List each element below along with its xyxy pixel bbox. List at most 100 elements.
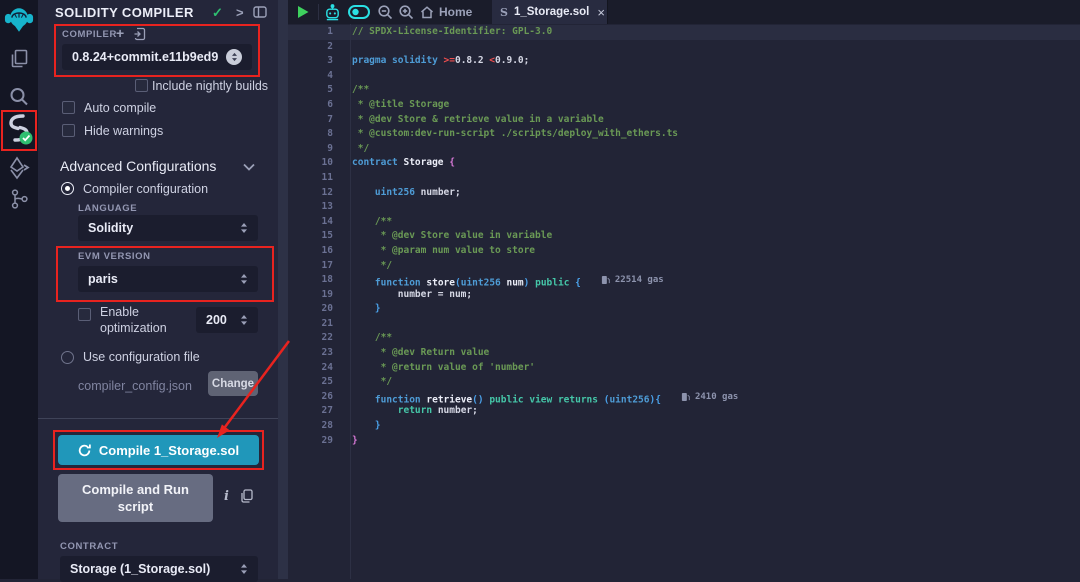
code-line[interactable]: 13 — [288, 200, 1080, 215]
line-number: 18 — [288, 273, 333, 288]
file-explorer-icon[interactable] — [0, 48, 38, 70]
add-version-icon[interactable]: + — [116, 25, 124, 41]
code-line[interactable]: 8 * @custom:dev-run-script ./scripts/dep… — [288, 127, 1080, 142]
line-number: 20 — [288, 302, 333, 317]
language-select[interactable]: Solidity — [78, 215, 258, 241]
code-line[interactable]: 9 */ — [288, 142, 1080, 157]
code-line[interactable]: 7 * @dev Store & retrieve value in a var… — [288, 113, 1080, 128]
code-line[interactable]: 2 — [288, 40, 1080, 55]
line-number: 16 — [288, 244, 333, 259]
close-tab-icon[interactable]: × — [597, 5, 605, 20]
line-number: 28 — [288, 419, 333, 434]
code-line[interactable]: 4 — [288, 69, 1080, 84]
nightly-builds-checkbox[interactable] — [135, 79, 148, 92]
run-script-icon[interactable] — [296, 0, 310, 24]
stepper-icon — [240, 314, 248, 326]
auto-compile-checkbox[interactable] — [62, 101, 75, 114]
optimization-runs-input[interactable]: 200 — [196, 307, 258, 333]
solidity-compiler-icon[interactable] — [0, 112, 38, 146]
line-number: 17 — [288, 259, 333, 274]
compiler-section-label: COMPILER — [62, 29, 117, 40]
home-label: Home — [439, 5, 472, 19]
code-line[interactable]: 11 — [288, 171, 1080, 186]
code-line[interactable]: 21 — [288, 317, 1080, 332]
zoom-in-icon[interactable] — [398, 0, 414, 24]
info-icon[interactable]: i — [224, 489, 229, 504]
hide-warnings-checkbox[interactable] — [62, 124, 75, 137]
code-line[interactable]: 28 } — [288, 419, 1080, 434]
tab-label: 1_Storage.sol — [514, 6, 589, 18]
copy-icon[interactable] — [240, 489, 253, 508]
line-number: 7 — [288, 113, 333, 128]
ai-assistant-icon[interactable] — [324, 0, 341, 24]
code-line[interactable]: 15 * @dev Store value in variable — [288, 229, 1080, 244]
line-number: 6 — [288, 98, 333, 113]
line-number: 22 — [288, 331, 333, 346]
line-number: 19 — [288, 288, 333, 303]
gas-estimate-badge: 2410 gas — [681, 390, 738, 405]
line-number: 8 — [288, 127, 333, 142]
code-line[interactable]: 26 function retrieve() public view retur… — [288, 390, 1080, 405]
gas-estimate-badge: 22514 gas — [601, 273, 664, 288]
code-line[interactable]: 16 * @param num value to store — [288, 244, 1080, 259]
code-line[interactable]: 5/** — [288, 83, 1080, 98]
panel-title: SOLIDITY COMPILER — [55, 5, 194, 20]
chevron-down-icon[interactable] — [243, 158, 255, 176]
copilot-toggle-icon[interactable] — [348, 0, 370, 24]
refresh-icon — [78, 444, 91, 457]
hide-warnings-label: Hide warnings — [84, 124, 163, 138]
code-line[interactable]: 19 number = num; — [288, 288, 1080, 303]
panel-divider — [38, 418, 278, 419]
deploy-run-icon[interactable] — [0, 156, 38, 180]
code-line[interactable]: 10contract Storage { — [288, 156, 1080, 171]
version-stepper-icon[interactable] — [226, 49, 242, 65]
gas-pump-icon — [681, 392, 690, 402]
code-line[interactable]: 25 */ — [288, 375, 1080, 390]
chevron-right-icon[interactable]: > — [236, 5, 244, 20]
advanced-configurations-header[interactable]: Advanced Configurations — [60, 158, 216, 174]
code-line[interactable]: 1// SPDX-License-Identifier: GPL-3.0 — [288, 25, 1080, 40]
solidity-file-icon: S — [500, 6, 508, 19]
line-number: 21 — [288, 317, 333, 332]
evm-version-select[interactable]: paris — [78, 266, 258, 292]
code-line[interactable]: 29} — [288, 434, 1080, 449]
line-number: 15 — [288, 229, 333, 244]
code-editor[interactable]: 1// SPDX-License-Identifier: GPL-3.023pr… — [288, 24, 1080, 579]
remix-logo-icon — [0, 5, 38, 34]
home-icon — [420, 6, 434, 19]
line-number: 25 — [288, 375, 333, 390]
pin-panel-icon[interactable] — [253, 6, 267, 21]
code-line[interactable]: 3pragma solidity >=0.8.2 <0.9.0; — [288, 54, 1080, 69]
line-number: 9 — [288, 142, 333, 157]
code-line[interactable]: 6 * @title Storage — [288, 98, 1080, 113]
git-icon[interactable] — [0, 188, 38, 210]
compiler-configuration-radio[interactable] — [61, 182, 74, 195]
compile-and-run-button[interactable]: Compile and Run script — [58, 474, 213, 522]
code-line[interactable]: 23 * @dev Return value — [288, 346, 1080, 361]
code-line[interactable]: 24 * @return value of 'number' — [288, 361, 1080, 376]
panel-resize-handle[interactable] — [278, 0, 288, 579]
home-tab[interactable]: Home — [420, 5, 472, 19]
zoom-out-icon[interactable] — [377, 0, 393, 24]
auto-compile-label: Auto compile — [84, 101, 156, 115]
change-config-button[interactable]: Change — [208, 371, 258, 396]
code-line[interactable]: 18 function store(uint256 num) public {2… — [288, 273, 1080, 288]
nightly-builds-label: Include nightly builds — [152, 79, 268, 93]
code-line[interactable]: 27 return number; — [288, 404, 1080, 419]
code-line[interactable]: 20 } — [288, 302, 1080, 317]
line-number: 27 — [288, 404, 333, 419]
code-line[interactable]: 22 /** — [288, 331, 1080, 346]
compiler-version-select[interactable]: 0.8.24+commit.e11b9ed9 — [62, 44, 252, 70]
code-line[interactable]: 17 */ — [288, 259, 1080, 274]
compile-button[interactable]: Compile 1_Storage.sol — [58, 435, 259, 465]
use-config-file-label: Use configuration file — [83, 350, 200, 364]
contract-select[interactable]: Storage (1_Storage.sol) — [60, 556, 258, 582]
code-line[interactable]: 14 /** — [288, 215, 1080, 230]
code-line[interactable]: 12 uint256 number; — [288, 186, 1080, 201]
use-config-file-radio[interactable] — [61, 351, 74, 364]
gas-pump-icon — [601, 275, 610, 285]
search-icon[interactable] — [0, 86, 38, 108]
tab-storage-sol[interactable]: S 1_Storage.sol × — [492, 0, 608, 24]
line-number: 14 — [288, 215, 333, 230]
enable-optimization-checkbox[interactable] — [78, 308, 91, 321]
